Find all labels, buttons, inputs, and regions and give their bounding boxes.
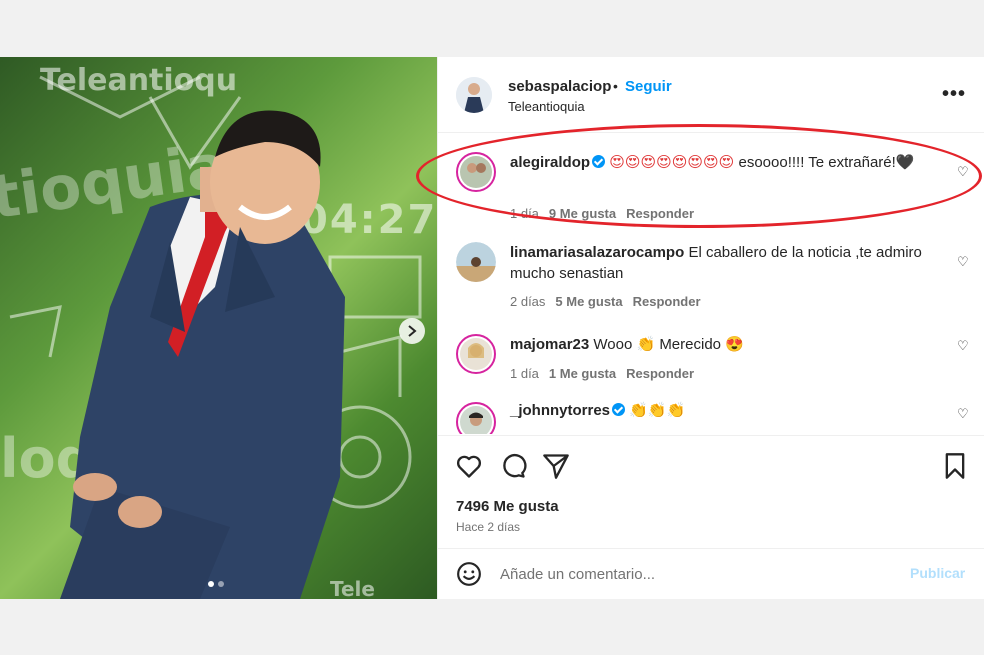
add-comment-bar: Publicar bbox=[438, 548, 984, 599]
header-separator: • bbox=[613, 78, 618, 94]
comment-age: 2 días bbox=[510, 294, 546, 309]
verified-badge-icon bbox=[612, 403, 626, 416]
comment-text: Wooo 👏 Merecido 😍 bbox=[593, 336, 744, 353]
comment-item: majomar23 Wooo 👏 Merecido 😍 1 día 1 Me gu… bbox=[438, 326, 984, 400]
more-options-icon[interactable]: ••• bbox=[942, 83, 966, 106]
comment-text: 👏👏👏 bbox=[629, 402, 686, 419]
follow-button[interactable]: Seguir bbox=[625, 78, 672, 95]
like-comment-heart-icon[interactable]: ♡ bbox=[957, 254, 969, 270]
avatar-image bbox=[456, 77, 492, 113]
comment-item: alegiraldop 😍😍😍😍😍😍😍😍 esoooo!!!! Te extra… bbox=[438, 144, 984, 234]
comment-emojis: 😍😍😍😍😍😍😍😍 bbox=[609, 153, 735, 171]
reply-button[interactable]: Responder bbox=[626, 366, 694, 381]
comment-item: _johnnytorres 👏👏👏 ♡ bbox=[438, 400, 984, 434]
instagram-post: Teleantioqu tioquia 04:27:1 loquia Tele bbox=[0, 57, 984, 599]
comment-body: majomar23 Wooo 👏 Merecido 😍 bbox=[510, 334, 950, 355]
comment-body: alegiraldop 😍😍😍😍😍😍😍😍 esoooo!!!! Te extra… bbox=[510, 152, 950, 173]
like-comment-heart-icon[interactable]: ♡ bbox=[957, 164, 969, 180]
comment-item: linamariasalazarocampo El caballero de l… bbox=[438, 234, 984, 326]
comment-likes[interactable]: 5 Me gusta bbox=[555, 294, 622, 309]
like-comment-heart-icon[interactable]: ♡ bbox=[957, 338, 969, 354]
share-icon[interactable] bbox=[542, 452, 570, 480]
next-photo-button[interactable] bbox=[399, 318, 425, 344]
comment-text: esoooo!!!! Te extrañaré!🖤 bbox=[738, 154, 915, 171]
comment-username[interactable]: majomar23 bbox=[510, 336, 589, 353]
carousel-dot bbox=[218, 581, 224, 587]
presenter-figure bbox=[60, 110, 345, 599]
reply-button[interactable]: Responder bbox=[626, 206, 694, 221]
comment-username[interactable]: _johnnytorres bbox=[510, 402, 610, 419]
post-time: Hace 2 días bbox=[456, 520, 521, 534]
comment-username[interactable]: linamariasalazarocampo bbox=[510, 244, 684, 261]
comment-age: 1 día bbox=[510, 206, 539, 221]
comment-body: linamariasalazarocampo El caballero de l… bbox=[510, 242, 950, 284]
comment-age: 1 día bbox=[510, 366, 539, 381]
commenter-avatar[interactable] bbox=[456, 152, 496, 192]
post-header: sebaspalaciop • Seguir Teleantioquia ••• bbox=[438, 57, 984, 133]
reply-button[interactable]: Responder bbox=[633, 294, 701, 309]
post-side-panel: sebaspalaciop • Seguir Teleantioquia •••… bbox=[437, 57, 984, 599]
avatar-image bbox=[460, 156, 492, 188]
comment-username[interactable]: alegiraldop bbox=[510, 154, 590, 171]
carousel-dots bbox=[208, 581, 224, 587]
like-heart-icon[interactable] bbox=[455, 452, 483, 480]
chevron-right-icon bbox=[408, 325, 417, 337]
comment-meta: 1 día 1 Me gusta Responder bbox=[510, 366, 694, 381]
post-actions: 7496 Me gusta Hace 2 días bbox=[438, 435, 984, 547]
comment-likes[interactable]: 9 Me gusta bbox=[549, 206, 616, 221]
comment-likes[interactable]: 1 Me gusta bbox=[549, 366, 616, 381]
avatar-image bbox=[460, 406, 492, 434]
carousel-dot-active bbox=[208, 581, 214, 587]
comment-icon[interactable] bbox=[499, 452, 527, 480]
author-username[interactable]: sebaspalaciop bbox=[508, 78, 611, 95]
publish-button[interactable]: Publicar bbox=[910, 565, 965, 581]
emoji-picker-icon[interactable] bbox=[456, 561, 482, 587]
commenter-avatar[interactable] bbox=[456, 334, 496, 374]
comment-input[interactable] bbox=[500, 562, 880, 586]
commenter-avatar[interactable] bbox=[456, 242, 496, 282]
comment-meta: 1 día 9 Me gusta Responder bbox=[510, 206, 694, 221]
comment-meta: 2 días 5 Me gusta Responder bbox=[510, 294, 701, 309]
verified-badge-icon bbox=[592, 155, 606, 168]
comment-body: _johnnytorres 👏👏👏 bbox=[510, 400, 950, 421]
save-bookmark-icon[interactable] bbox=[941, 452, 969, 480]
avatar-image bbox=[460, 338, 492, 370]
avatar-image bbox=[456, 242, 496, 282]
commenter-avatar[interactable] bbox=[456, 402, 496, 434]
post-location[interactable]: Teleantioquia bbox=[508, 99, 585, 114]
post-photo[interactable]: Teleantioqu tioquia 04:27:1 loquia Tele bbox=[0, 57, 437, 599]
comments-list[interactable]: alegiraldop 😍😍😍😍😍😍😍😍 esoooo!!!! Te extra… bbox=[438, 134, 984, 434]
like-comment-heart-icon[interactable]: ♡ bbox=[957, 406, 969, 422]
likes-count[interactable]: 7496 Me gusta bbox=[456, 498, 559, 515]
author-avatar[interactable] bbox=[456, 77, 492, 113]
